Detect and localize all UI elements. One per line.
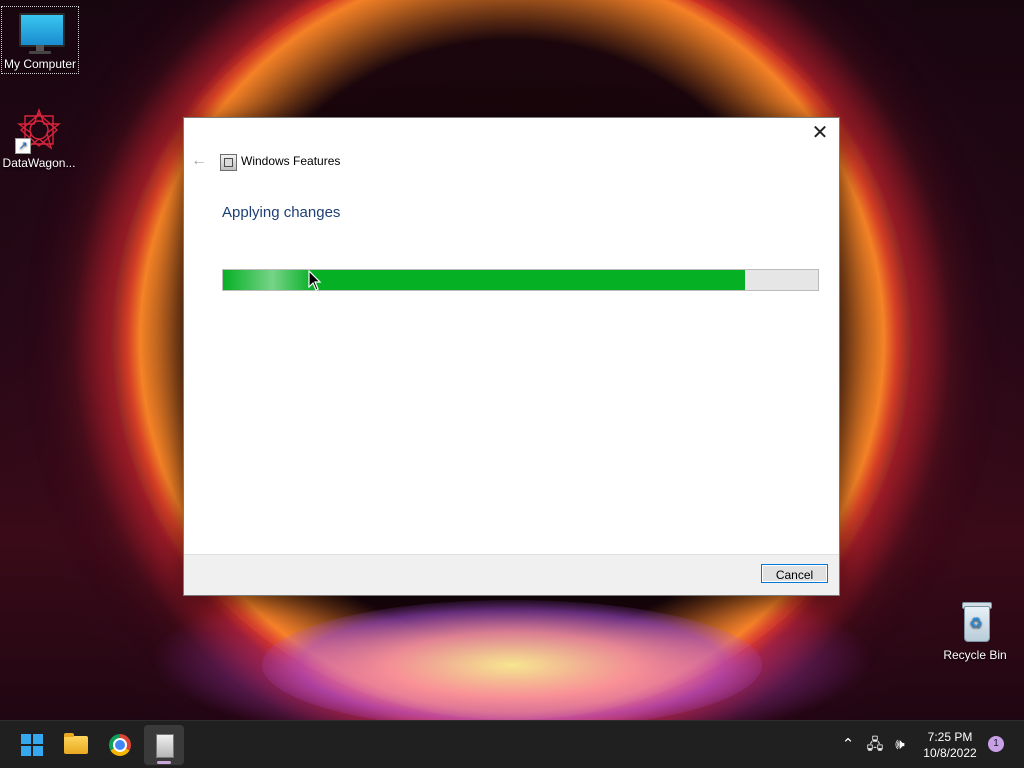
close-button[interactable]: ✕ — [807, 122, 833, 146]
taskbar: ⌃ 🖧 🕪 7:25 PM 10/8/2022 — [0, 720, 1024, 768]
start-button[interactable] — [12, 725, 52, 765]
clock-date: 10/8/2022 — [923, 746, 977, 760]
windows-features-icon — [156, 734, 174, 758]
chrome-button[interactable] — [100, 725, 140, 765]
desktop-icon-label: DataWagon... — [2, 156, 76, 170]
notification-badge[interactable]: 1 — [988, 736, 1004, 752]
desktop-icon-my-computer[interactable]: My Computer — [1, 6, 79, 74]
shortcut-arrow-icon: ↗ — [15, 138, 31, 154]
file-explorer-button[interactable] — [56, 725, 96, 765]
network-icon[interactable]: 🖧 — [865, 735, 885, 755]
clock-time: 7:25 PM — [927, 730, 973, 744]
recycle-bin-icon: ♻ — [951, 598, 999, 646]
chrome-icon — [109, 734, 131, 756]
desktop-icon-recycle-bin[interactable]: ♻ Recycle Bin — [937, 596, 1013, 662]
show-hidden-icons-chevron-icon[interactable]: ⌃ — [838, 735, 858, 755]
wallpaper-glow-bottom — [262, 600, 762, 720]
computer-icon — [16, 9, 65, 57]
dialog-footer: Cancel — [184, 554, 839, 595]
windows-logo-icon — [21, 734, 43, 756]
back-arrow-icon[interactable]: ← — [190, 152, 208, 170]
desktop-icon-label: Recycle Bin — [943, 648, 1007, 662]
dialog-title: Windows Features — [241, 154, 341, 168]
desktop-icon-label: My Computer — [3, 57, 77, 71]
status-heading: Applying changes — [222, 204, 341, 221]
datawagon-shortcut-icon: ↗ — [15, 106, 63, 154]
windows-features-taskbar-button[interactable] — [144, 725, 184, 765]
windows-features-icon — [220, 154, 237, 171]
volume-icon[interactable]: 🕪 — [890, 735, 910, 755]
folder-icon — [64, 733, 88, 754]
desktop-icon-datawagon[interactable]: ↗ DataWagon... — [1, 104, 77, 170]
progress-shine — [223, 270, 313, 290]
windows-features-dialog: ✕ ← Windows Features Applying changes Ca… — [183, 117, 840, 596]
progress-bar — [222, 269, 819, 291]
clock[interactable]: 7:25 PM 10/8/2022 — [912, 729, 988, 761]
cancel-button[interactable]: Cancel — [761, 564, 828, 583]
